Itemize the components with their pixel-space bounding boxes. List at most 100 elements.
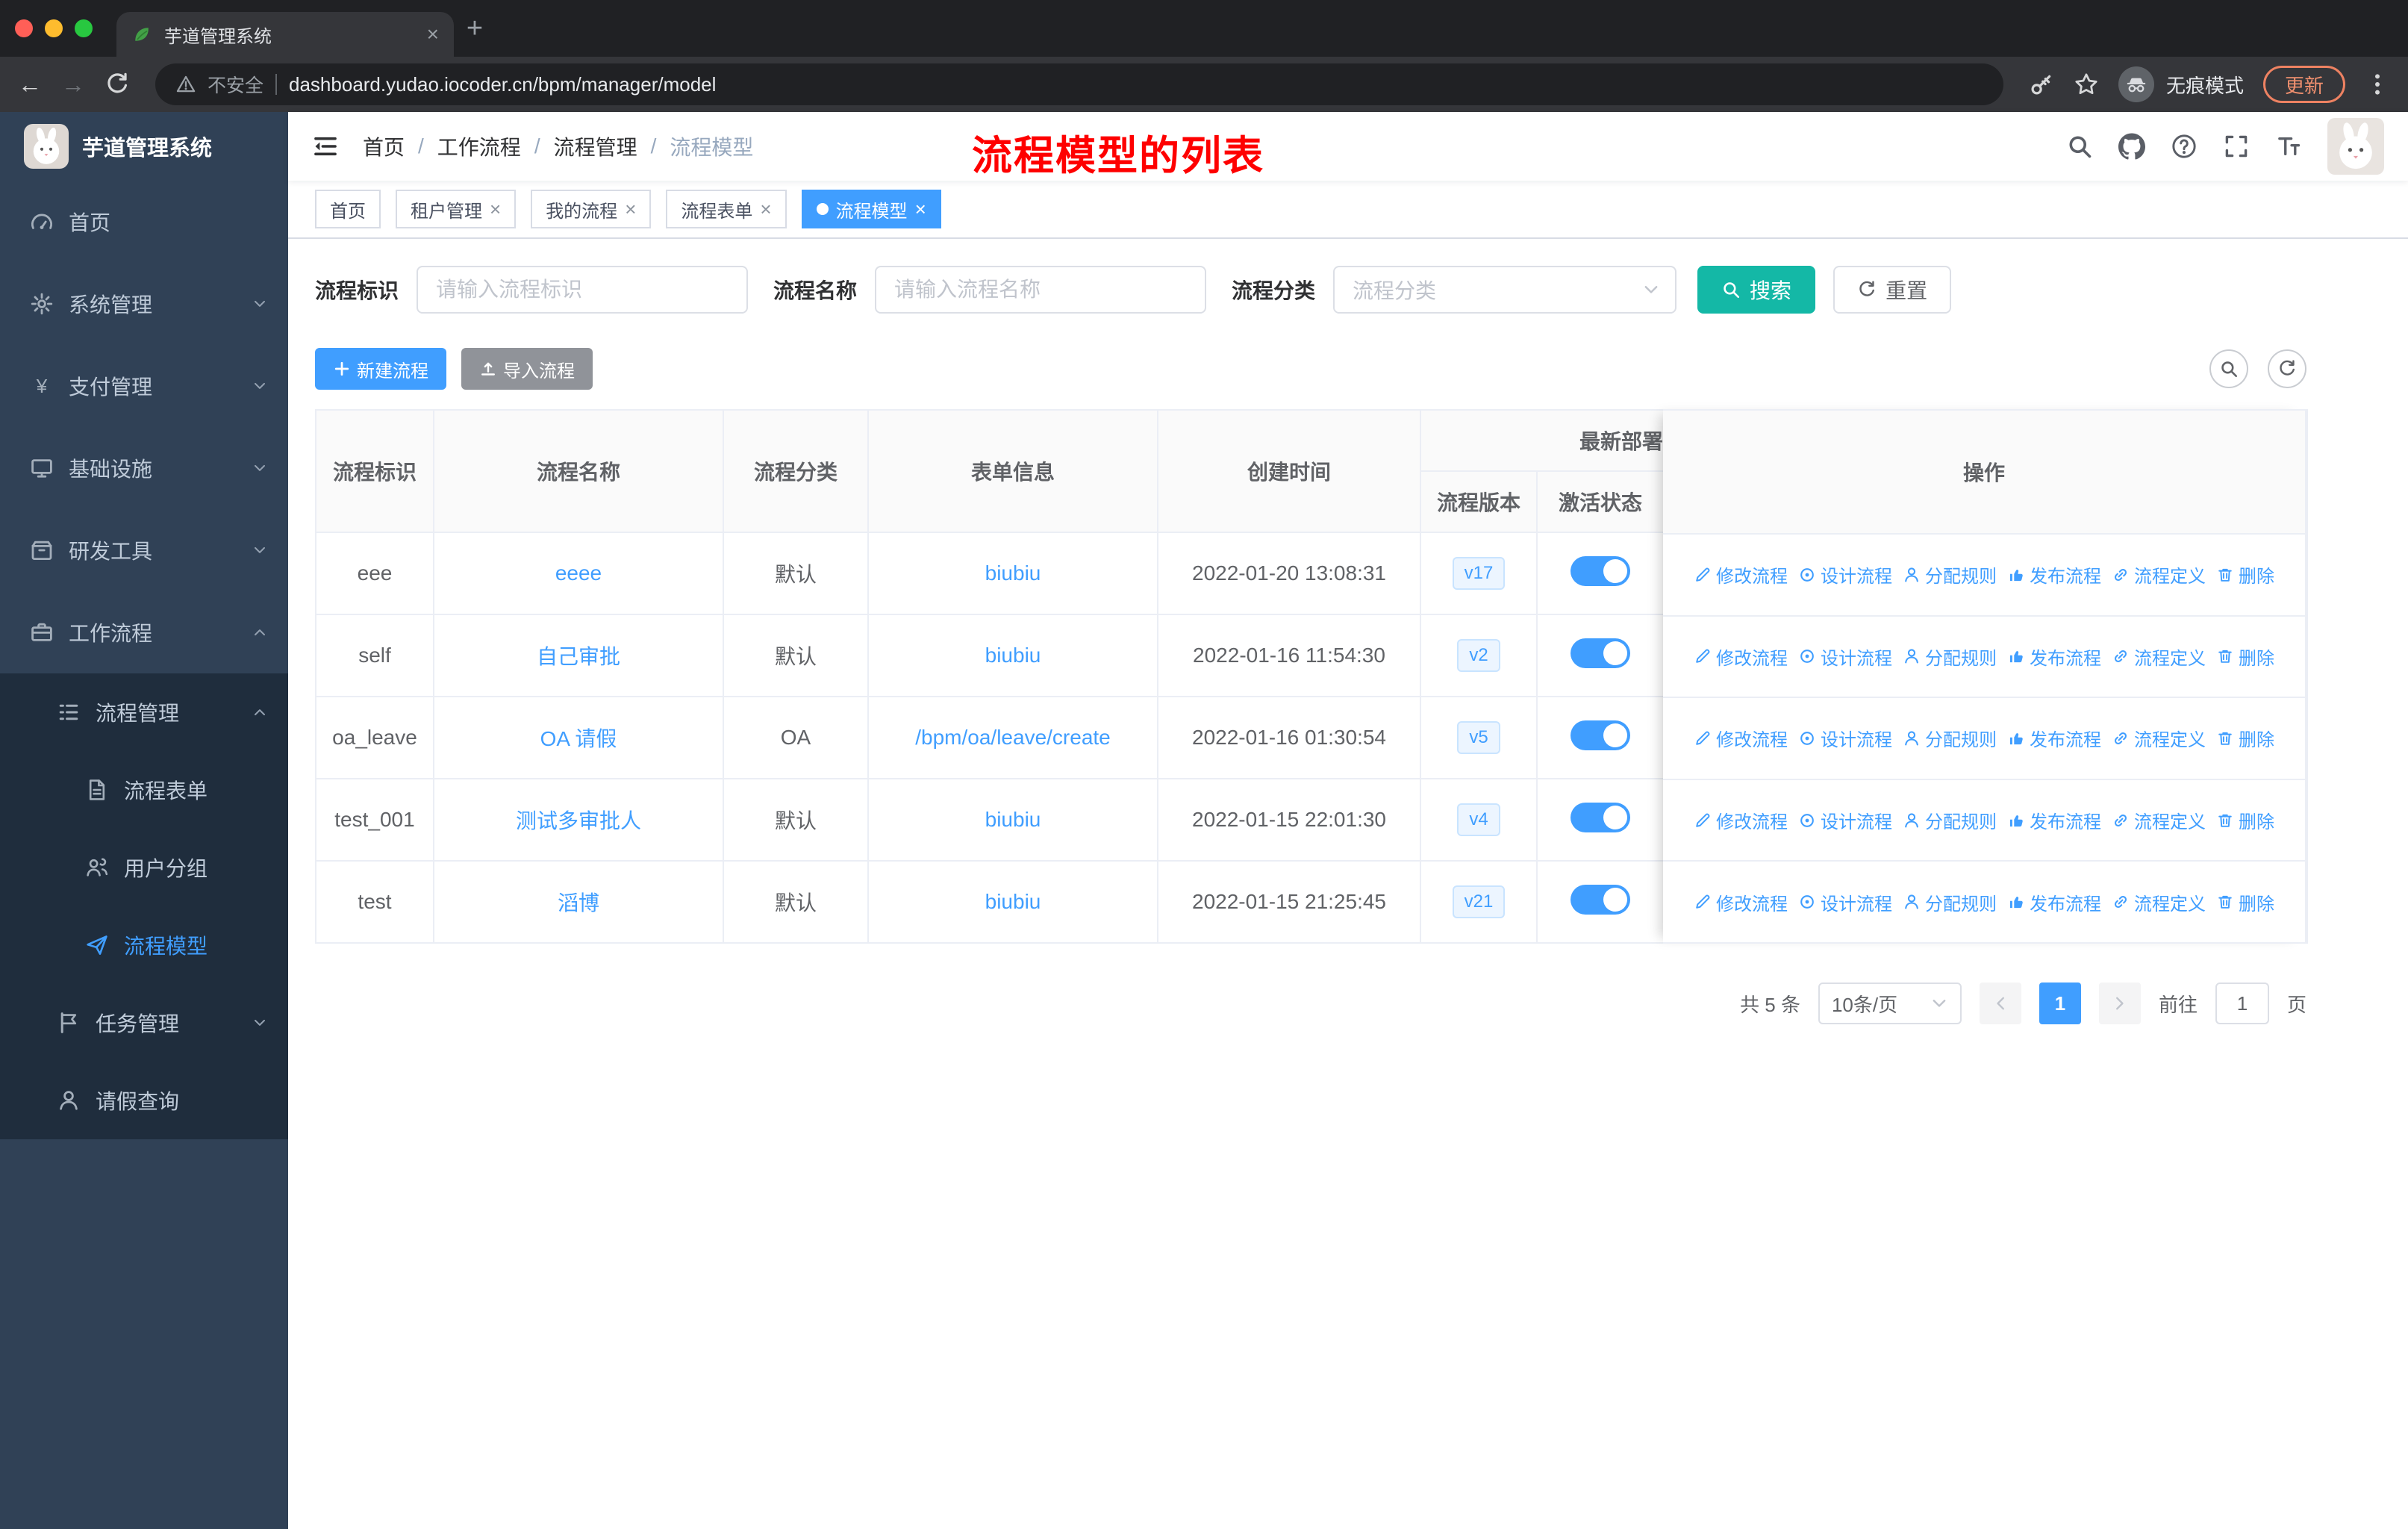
process-definition-link[interactable]: 流程定义 — [2112, 644, 2206, 670]
key-icon[interactable] — [2029, 72, 2054, 97]
incognito-badge[interactable]: 无痕模式 — [2118, 66, 2244, 102]
browser-tab[interactable]: 芋道管理系统 × — [116, 12, 454, 57]
design-process-link[interactable]: 设计流程 — [1798, 561, 1892, 588]
sidebar-item-system[interactable]: 系统管理 — [0, 263, 288, 345]
tag-tenant-management[interactable]: 租户管理 × — [396, 190, 517, 228]
design-process-link[interactable]: 设计流程 — [1798, 725, 1892, 751]
tab-close-icon[interactable]: × — [427, 22, 439, 46]
sidebar-item-process-model[interactable]: 流程模型 — [0, 906, 288, 984]
publish-process-link[interactable]: 发布流程 — [2007, 561, 2101, 588]
process-name-link[interactable]: 滔博 — [558, 891, 599, 915]
github-icon[interactable] — [2118, 133, 2145, 160]
user-avatar[interactable] — [2327, 118, 2384, 175]
refresh-table-button[interactable] — [2268, 349, 2306, 388]
prev-page-button[interactable] — [1979, 983, 2021, 1024]
active-toggle[interactable] — [1570, 802, 1630, 832]
help-icon[interactable] — [2171, 133, 2198, 160]
sidebar-item-home[interactable]: 首页 — [0, 181, 288, 263]
bookmark-star-icon[interactable] — [2074, 72, 2099, 97]
assign-rule-link[interactable]: 分配规则 — [1903, 889, 1997, 915]
sidebar-logo[interactable]: 芋道管理系统 — [0, 112, 288, 181]
process-name-link[interactable]: OA 请假 — [540, 727, 617, 750]
tag-my-process[interactable]: 我的流程 × — [531, 190, 652, 228]
tag-process-model[interactable]: 流程模型 × — [801, 190, 941, 228]
page-size-select[interactable]: 10条/页 — [1818, 983, 1962, 1024]
window-zoom-button[interactable] — [75, 19, 93, 37]
search-button[interactable]: 搜索 — [1697, 266, 1816, 314]
back-icon[interactable]: ← — [18, 72, 42, 96]
sidebar-item-workflow[interactable]: 工作流程 — [0, 591, 288, 673]
tag-process-form[interactable]: 流程表单 × — [666, 190, 787, 228]
forward-icon[interactable]: → — [61, 72, 85, 96]
next-page-button[interactable] — [2098, 983, 2141, 1024]
goto-page-input[interactable] — [2215, 983, 2269, 1024]
delete-process-link[interactable]: 删除 — [2216, 725, 2274, 751]
form-info-link[interactable]: /bpm/oa/leave/create — [915, 726, 1111, 749]
menu-fold-icon[interactable] — [312, 133, 339, 160]
close-icon[interactable]: × — [625, 199, 636, 219]
form-info-link[interactable]: biubiu — [985, 890, 1041, 913]
process-definition-link[interactable]: 流程定义 — [2112, 561, 2206, 588]
sidebar-item-payment[interactable]: 支付管理 — [0, 345, 288, 427]
process-name-input[interactable] — [875, 266, 1207, 314]
delete-process-link[interactable]: 删除 — [2216, 561, 2274, 588]
breadcrumb-process-management[interactable]: 流程管理 — [554, 131, 637, 161]
process-key-input[interactable] — [417, 266, 749, 314]
publish-process-link[interactable]: 发布流程 — [2007, 807, 2101, 833]
font-size-icon[interactable] — [2275, 133, 2302, 160]
address-bar[interactable]: 不安全 dashboard.yudao.iocoder.cn/bpm/manag… — [155, 63, 2003, 105]
process-definition-link[interactable]: 流程定义 — [2112, 725, 2206, 751]
assign-rule-link[interactable]: 分配规则 — [1903, 725, 1997, 751]
browser-menu-icon[interactable] — [2365, 72, 2390, 97]
publish-process-link[interactable]: 发布流程 — [2007, 644, 2101, 670]
delete-process-link[interactable]: 删除 — [2216, 889, 2274, 915]
design-process-link[interactable]: 设计流程 — [1798, 807, 1892, 833]
process-definition-link[interactable]: 流程定义 — [2112, 889, 2206, 915]
process-name-link[interactable]: 测试多审批人 — [516, 809, 641, 832]
new-tab-button[interactable]: + — [454, 7, 496, 49]
import-process-button[interactable]: 导入流程 — [461, 348, 593, 390]
process-name-link[interactable]: eeee — [555, 561, 602, 585]
close-icon[interactable]: × — [760, 199, 771, 219]
active-toggle[interactable] — [1570, 720, 1630, 750]
toggle-search-button[interactable] — [2209, 349, 2248, 388]
modify-process-link[interactable]: 修改流程 — [1694, 561, 1788, 588]
assign-rule-link[interactable]: 分配规则 — [1903, 644, 1997, 670]
design-process-link[interactable]: 设计流程 — [1798, 644, 1892, 670]
process-definition-link[interactable]: 流程定义 — [2112, 807, 2206, 833]
assign-rule-link[interactable]: 分配规则 — [1903, 807, 1997, 833]
sidebar-item-devtools[interactable]: 研发工具 — [0, 509, 288, 591]
form-info-link[interactable]: biubiu — [985, 561, 1041, 585]
reload-icon[interactable] — [105, 72, 130, 97]
window-minimize-button[interactable] — [45, 19, 63, 37]
form-info-link[interactable]: biubiu — [985, 808, 1041, 831]
active-toggle[interactable] — [1570, 638, 1630, 668]
fullscreen-icon[interactable] — [2223, 133, 2250, 160]
window-close-button[interactable] — [15, 19, 33, 37]
modify-process-link[interactable]: 修改流程 — [1694, 725, 1788, 751]
sidebar-item-task-management[interactable]: 任务管理 — [0, 984, 288, 1062]
delete-process-link[interactable]: 删除 — [2216, 807, 2274, 833]
sidebar-item-infrastructure[interactable]: 基础设施 — [0, 427, 288, 509]
publish-process-link[interactable]: 发布流程 — [2007, 889, 2101, 915]
sidebar-item-user-group[interactable]: 用户分组 — [0, 829, 288, 906]
form-info-link[interactable]: biubiu — [985, 644, 1041, 667]
tag-home[interactable]: 首页 — [315, 190, 381, 228]
close-icon[interactable]: × — [490, 199, 501, 219]
process-name-link[interactable]: 自己审批 — [537, 645, 620, 668]
modify-process-link[interactable]: 修改流程 — [1694, 889, 1788, 915]
modify-process-link[interactable]: 修改流程 — [1694, 807, 1788, 833]
design-process-link[interactable]: 设计流程 — [1798, 889, 1892, 915]
create-process-button[interactable]: 新建流程 — [315, 348, 446, 390]
reset-button[interactable]: 重置 — [1833, 266, 1952, 314]
breadcrumb-home[interactable]: 首页 — [363, 131, 405, 161]
page-number-current[interactable]: 1 — [2039, 983, 2081, 1024]
close-icon[interactable]: × — [915, 199, 926, 219]
active-toggle[interactable] — [1570, 555, 1630, 586]
chrome-update-button[interactable]: 更新 — [2262, 66, 2345, 103]
publish-process-link[interactable]: 发布流程 — [2007, 725, 2101, 751]
modify-process-link[interactable]: 修改流程 — [1694, 644, 1788, 670]
sidebar-item-process-form[interactable]: 流程表单 — [0, 751, 288, 829]
active-toggle[interactable] — [1570, 884, 1630, 915]
breadcrumb-workflow[interactable]: 工作流程 — [437, 131, 521, 161]
